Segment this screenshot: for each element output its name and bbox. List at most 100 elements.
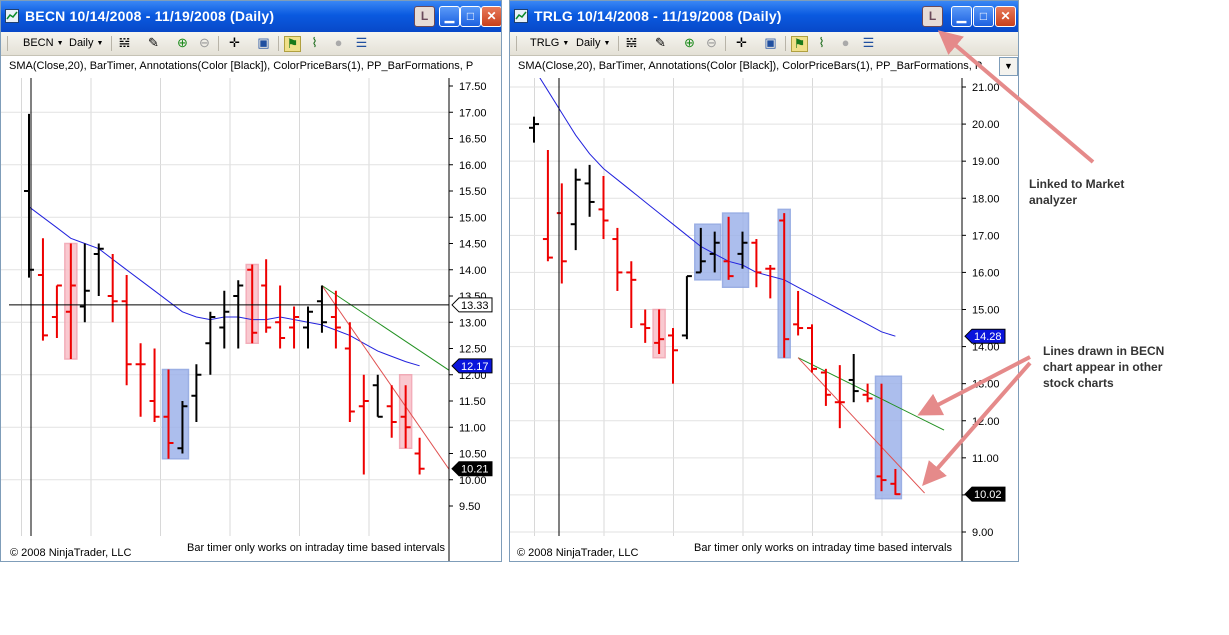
copyright-text: © 2008 NinjaTrader, LLC xyxy=(10,547,132,559)
annotation-linked-note: Linked to Market analyzer xyxy=(1029,176,1124,208)
price-tick-label: 11.00 xyxy=(972,453,999,465)
chart-window-becn[interactable]: BECN 10/14/2008 - 11/19/2008 (Daily) L ▁… xyxy=(0,0,502,562)
price-tick-label: 12.00 xyxy=(972,416,1000,428)
trend-line-red xyxy=(321,285,449,471)
ohlc-bar xyxy=(275,285,286,349)
ohlc-bar xyxy=(149,348,160,422)
ohlc-bar xyxy=(807,324,817,373)
price-tick-label: 15.00 xyxy=(459,212,487,224)
annotation-line: stock charts xyxy=(1043,376,1114,390)
ohlc-bar xyxy=(372,374,383,418)
price-marker-label: 14.28 xyxy=(974,331,1002,343)
trend-line-red xyxy=(797,357,925,494)
ohlc-bar xyxy=(316,285,327,333)
ohlc-bar xyxy=(289,306,300,349)
price-tick-label: 18.00 xyxy=(972,193,1000,205)
ohlc-bar xyxy=(542,150,553,262)
price-chart-trlg[interactable]: 21.0020.0019.0018.0017.0016.0015.0014.00… xyxy=(510,1,1019,562)
ohlc-bar xyxy=(330,290,341,349)
ohlc-bar xyxy=(233,280,244,349)
price-marker: 10.21 xyxy=(451,461,493,477)
copyright-text: © 2008 NinjaTrader, LLC xyxy=(517,547,639,559)
price-tick-label: 13.00 xyxy=(972,379,1000,391)
price-tick-label: 20.00 xyxy=(972,119,1000,131)
price-marker-label: 12.17 xyxy=(461,361,489,373)
price-tick-label: 17.50 xyxy=(459,81,487,93)
plot-area xyxy=(1,78,449,536)
price-tick-label: 15.00 xyxy=(972,305,1000,317)
pattern-highlight-box xyxy=(874,375,903,500)
ohlc-bar xyxy=(834,365,845,429)
price-tick-label: 12.50 xyxy=(459,344,487,356)
sma-line xyxy=(539,78,896,337)
ohlc-bar xyxy=(303,306,313,349)
ohlc-bar xyxy=(191,364,202,422)
ohlc-bar xyxy=(107,254,118,323)
ohlc-bar xyxy=(79,243,90,323)
annotation-line: Lines drawn in BECN xyxy=(1043,344,1165,358)
ohlc-bar xyxy=(358,374,369,475)
ohlc-bar xyxy=(37,238,48,341)
price-tick-label: 11.50 xyxy=(459,396,486,408)
ohlc-bar xyxy=(121,275,132,386)
price-marker: 12.17 xyxy=(451,358,493,374)
ohlc-bar xyxy=(640,309,651,343)
bar-timer-text: Bar timer only works on intraday time ba… xyxy=(187,542,445,554)
ohlc-bar xyxy=(205,311,216,375)
ohlc-bar xyxy=(219,290,230,349)
price-tick-label: 13.00 xyxy=(459,317,487,329)
price-chart-becn[interactable]: 17.50 17.00 16.50 16.00 15.50 15.00 14.50 14.00… xyxy=(1,1,502,562)
price-tick-label: 15.50 xyxy=(459,186,487,198)
price-marker: 10.02 xyxy=(964,486,1006,502)
ohlc-bar xyxy=(386,385,397,438)
ohlc-bar xyxy=(24,113,34,278)
ohlc-bar xyxy=(598,176,609,240)
annotation-lines-note: Lines drawn in BECN chart appear in othe… xyxy=(1043,343,1164,391)
plot-area xyxy=(510,78,962,536)
chart-window-trlg[interactable]: TRLG 10/14/2008 - 11/19/2008 (Daily) L ▁… xyxy=(509,0,1019,562)
ohlc-bar xyxy=(848,354,859,403)
price-tick-label: 21.00 xyxy=(972,82,1000,94)
price-tick-label: 19.00 xyxy=(972,156,1000,168)
price-marker: 14.28 xyxy=(964,328,1006,344)
price-marker-label: 10.21 xyxy=(461,464,489,476)
annotation-line: analyzer xyxy=(1029,193,1078,207)
ohlc-bar xyxy=(862,383,873,403)
price-tick-label: 17.00 xyxy=(972,230,1000,242)
price-tick-label: 17.00 xyxy=(459,107,487,119)
ohlc-bar xyxy=(626,261,637,329)
ohlc-bar xyxy=(570,168,581,251)
ohlc-bar xyxy=(529,116,539,143)
price-tick-label: 9.50 xyxy=(459,501,480,513)
price-tick-label: 14.00 xyxy=(459,265,487,277)
pattern-highlight-box xyxy=(161,368,190,460)
price-tick-label: 11.00 xyxy=(459,422,486,434)
price-tick-label: 10.00 xyxy=(459,475,487,487)
price-tick-label: 16.50 xyxy=(459,134,487,146)
ohlc-bar xyxy=(751,239,762,288)
trend-line-green xyxy=(797,357,945,431)
price-tick-label: 9.00 xyxy=(972,527,993,539)
ohlc-bar xyxy=(820,368,831,406)
price-tick-label: 14.50 xyxy=(459,239,487,251)
ohlc-bar xyxy=(135,343,146,417)
price-marker-label: 13.33 xyxy=(461,300,489,312)
ohlc-bar xyxy=(261,259,272,333)
ohlc-bar xyxy=(414,437,425,475)
ohlc-bar xyxy=(584,164,595,217)
annotation-line: Linked to Market xyxy=(1029,177,1125,191)
trend-line-green xyxy=(321,285,449,371)
pattern-highlight-box xyxy=(721,212,750,288)
ohlc-bar xyxy=(668,328,678,384)
price-marker: 13.33 xyxy=(451,297,493,313)
ohlc-bar xyxy=(793,290,804,336)
ohlc-bar xyxy=(681,275,692,340)
price-tick-label: 10.50 xyxy=(459,449,487,461)
price-tick-label: 16.00 xyxy=(972,267,1000,279)
price-marker-label: 10.02 xyxy=(974,489,1002,501)
ohlc-bar xyxy=(612,227,623,291)
annotation-line: chart appear in other xyxy=(1043,360,1163,374)
price-tick-label: 16.00 xyxy=(459,160,487,172)
bar-timer-text: Bar timer only works on intraday time ba… xyxy=(694,542,952,554)
ohlc-bar xyxy=(765,265,776,299)
